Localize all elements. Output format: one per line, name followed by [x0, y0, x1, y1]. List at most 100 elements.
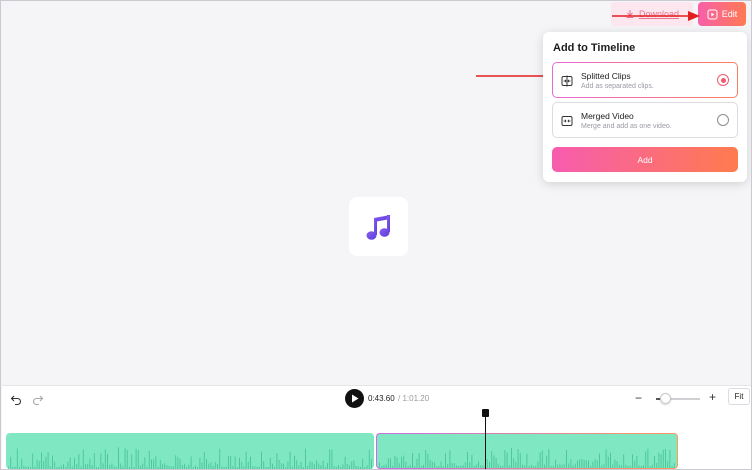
waveform-bar — [118, 447, 119, 469]
waveform-bar — [243, 466, 245, 469]
waveform-bar — [206, 459, 207, 469]
waveform-bar — [190, 456, 192, 469]
waveform-bar — [508, 465, 510, 468]
waveform-bar — [254, 466, 256, 469]
waveform-bar — [98, 467, 100, 469]
zoom-in-button[interactable]: + — [709, 390, 716, 404]
waveform-bar — [513, 458, 515, 468]
waveform-bar — [559, 463, 561, 468]
zoom-slider-knob[interactable] — [659, 393, 671, 404]
waveform-bar — [85, 464, 86, 469]
waveform-bar — [673, 463, 675, 468]
redo-icon[interactable] — [32, 394, 44, 406]
waveform-bar — [274, 466, 276, 469]
waveform-bar — [263, 461, 265, 469]
waveform-bar — [651, 464, 653, 468]
waveform-bar — [239, 457, 240, 469]
waveform-bar — [420, 465, 422, 468]
waveform-bar — [283, 463, 284, 469]
waveform — [379, 447, 675, 468]
waveform-bar — [272, 463, 273, 469]
waveform-bar — [333, 465, 335, 469]
waveform-bar — [537, 461, 539, 468]
waveform-bar — [87, 463, 89, 469]
waveform-bar — [656, 462, 658, 468]
waveform-bar — [638, 465, 640, 468]
waveform-bar — [142, 463, 144, 469]
playhead[interactable] — [485, 413, 486, 469]
waveform-bar — [221, 466, 223, 469]
waveform-bar — [394, 455, 396, 468]
waveform-bar — [660, 454, 662, 468]
waveform-bar — [320, 465, 322, 469]
waveform-bar — [252, 466, 254, 469]
waveform-bar — [71, 466, 73, 469]
waveform-bar — [45, 456, 47, 469]
playhead-handle[interactable] — [482, 409, 489, 417]
waveform-bar — [414, 466, 416, 468]
waveform-bar — [96, 467, 97, 469]
waveform-bar — [137, 450, 139, 469]
option-splitted-clips[interactable]: Splitted Clips Add as separated clips. — [552, 62, 738, 98]
waveform-bar — [594, 459, 596, 468]
waveform-bar — [533, 466, 534, 468]
waveform-bar — [342, 464, 344, 469]
radio-splitted-clips[interactable] — [717, 74, 729, 86]
waveform-bar — [241, 461, 243, 469]
waveform-bar — [385, 464, 387, 468]
waveform-bar — [10, 456, 12, 469]
waveform-bar — [234, 456, 236, 469]
waveform-bar — [74, 457, 75, 469]
edit-button[interactable]: Edit — [698, 2, 746, 26]
waveform-bar — [658, 452, 660, 468]
waveform-bar — [214, 462, 216, 469]
waveform-bar — [390, 458, 391, 468]
waveform-bar — [371, 459, 372, 469]
waveform-bar — [409, 464, 411, 468]
waveform-bar — [522, 464, 523, 468]
waveform-bar — [181, 465, 183, 469]
waveform-bar — [276, 453, 278, 469]
waveform-bar — [93, 453, 95, 469]
undo-icon[interactable] — [10, 394, 22, 406]
waveform-bar — [636, 456, 638, 468]
add-button[interactable]: Add — [552, 147, 738, 172]
waveform-bar — [379, 462, 380, 468]
waveform-bar — [146, 467, 148, 469]
waveform-bar — [612, 464, 614, 468]
radio-merged-video[interactable] — [717, 114, 729, 126]
waveform-bar — [647, 448, 649, 468]
waveform-bar — [199, 457, 201, 469]
option-merged-video[interactable]: Merged Video Merge and add as one video. — [552, 102, 738, 138]
waveform-bar — [577, 460, 578, 468]
waveform-bar — [113, 466, 115, 469]
waveform-bar — [38, 461, 40, 469]
play-button[interactable] — [345, 389, 364, 408]
waveform-bar — [153, 459, 155, 469]
waveform-bar — [34, 466, 36, 469]
waveform-bar — [329, 449, 331, 469]
waveform-bar — [412, 453, 413, 468]
waveform-bar — [309, 461, 311, 469]
fit-button[interactable]: Fit — [728, 388, 750, 405]
waveform-bar — [32, 453, 34, 469]
waveform-bar — [552, 465, 554, 468]
waveform-bar — [519, 453, 521, 468]
waveform-bar — [590, 465, 592, 468]
waveform-bar — [353, 460, 355, 469]
timeline-clip-selected[interactable] — [376, 433, 678, 469]
waveform-bar — [111, 463, 113, 469]
zoom-out-button[interactable]: − — [635, 391, 642, 405]
waveform-bar — [502, 465, 504, 468]
waveform-bar — [192, 467, 194, 469]
waveform-bar — [219, 448, 221, 469]
total-time: / 1:01.20 — [398, 394, 430, 403]
timeline-clip[interactable] — [6, 433, 374, 469]
waveform-bar — [230, 455, 232, 469]
music-note-icon — [366, 214, 390, 240]
waveform-bar — [603, 464, 605, 468]
merge-video-icon — [561, 116, 573, 126]
waveform-bar — [305, 448, 306, 469]
waveform-bar — [486, 459, 488, 468]
waveform-bar — [451, 463, 453, 468]
